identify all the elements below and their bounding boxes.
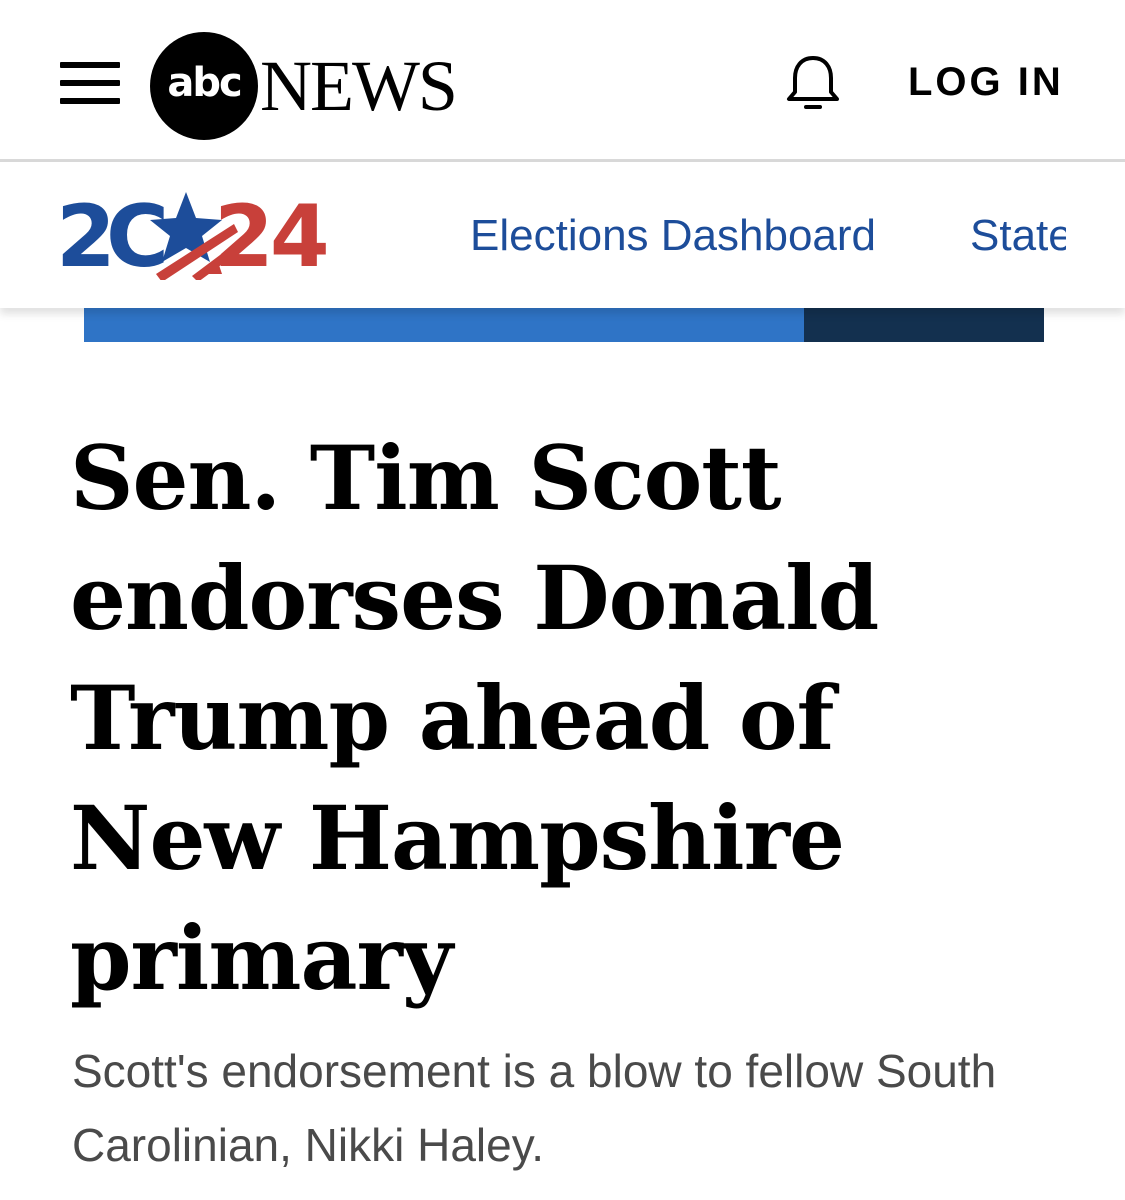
top-header: abc NEWS LOG IN bbox=[0, 0, 1125, 162]
svg-text:2: 2 bbox=[56, 190, 112, 280]
election-2024-logo[interactable]: 2 C 24 bbox=[56, 190, 346, 280]
hamburger-menu-icon[interactable] bbox=[60, 60, 120, 106]
bell-icon[interactable] bbox=[782, 52, 844, 112]
article-headline: Sen. Tim Scott endorses Donald Trump ahe… bbox=[70, 426, 879, 1010]
abc-news-logo[interactable]: abc NEWS bbox=[150, 32, 480, 140]
subnav-link-state[interactable]: State bbox=[970, 210, 1066, 262]
logo-news-text: NEWS bbox=[260, 46, 458, 126]
subnav-overflow-clip: State bbox=[968, 162, 1066, 308]
login-button[interactable]: LOG IN bbox=[908, 58, 1064, 106]
elections-subnav: 2 C 24 Elections Dashboard State bbox=[0, 162, 1125, 308]
subnav-link-elections-dashboard[interactable]: Elections Dashboard bbox=[470, 210, 876, 262]
logo-abc-text: abc bbox=[167, 60, 242, 106]
article-subheadline: Scott's endorsement is a blow to fellow … bbox=[72, 1045, 997, 1171]
svg-text:C: C bbox=[106, 190, 169, 280]
